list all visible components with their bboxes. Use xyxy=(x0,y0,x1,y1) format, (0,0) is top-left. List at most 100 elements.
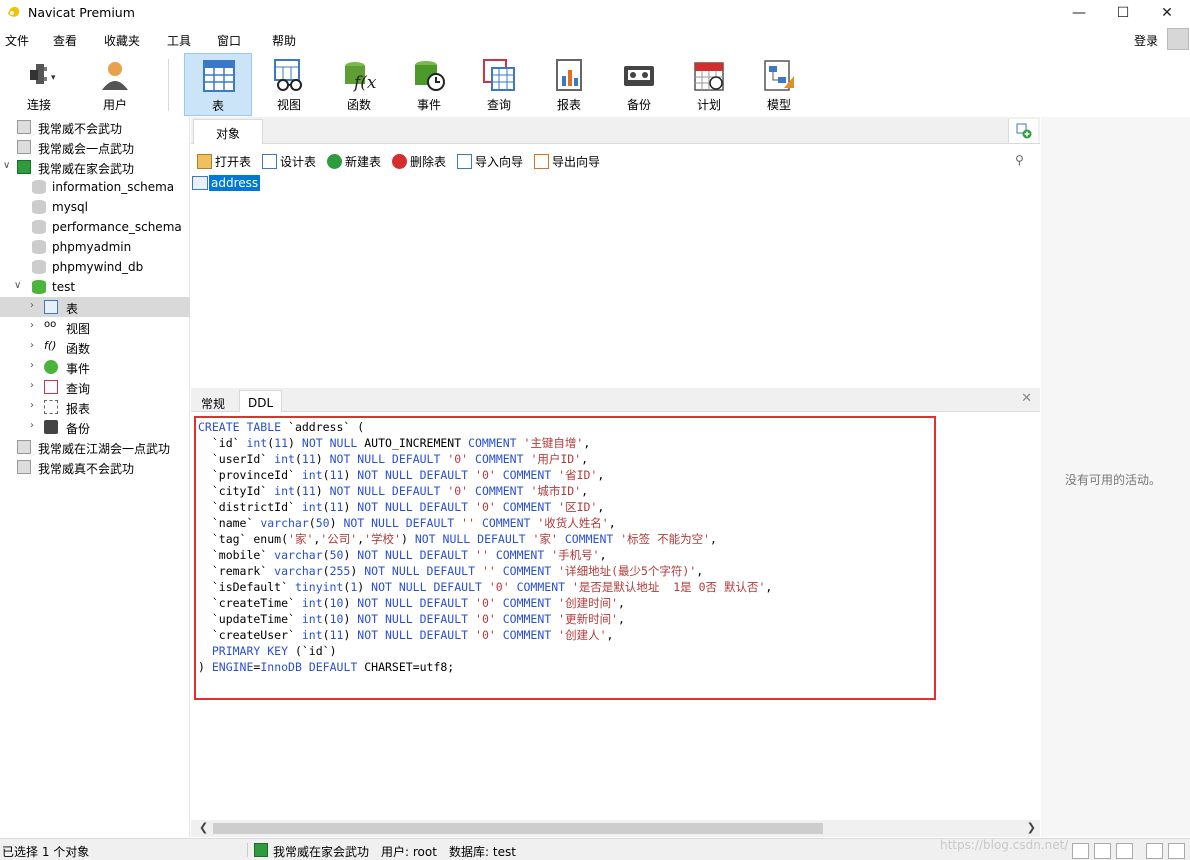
table-icon xyxy=(44,300,58,314)
new-table-button[interactable]: 新建表 xyxy=(327,153,381,170)
sql-keyword: 50 xyxy=(329,548,344,562)
menu-tools[interactable]: 工具 xyxy=(167,32,191,49)
event-button[interactable]: 事件 xyxy=(395,53,463,116)
tree-connection-2[interactable]: 我常威会一点武功 xyxy=(0,137,190,157)
menu-view[interactable]: 查看 xyxy=(53,32,77,49)
model-icon xyxy=(764,60,794,91)
tree-backups[interactable]: › 备份 xyxy=(0,417,190,437)
list-view-icon[interactable] xyxy=(1094,843,1111,859)
connection-icon xyxy=(17,140,31,154)
search-icon[interactable]: ⚲ xyxy=(1015,153,1024,167)
tree-db-test[interactable]: ∨ test xyxy=(0,277,190,297)
tree-connection-1[interactable]: 我常威不会武功 xyxy=(0,117,190,137)
info-tab-row: 常规 DDL ✕ xyxy=(191,388,1040,412)
sql-text: , xyxy=(710,532,717,546)
sql-text: AUTO_INCREMENT xyxy=(357,436,469,450)
tree-db-performance-schema[interactable]: performance_schema xyxy=(0,217,190,237)
menu-file[interactable]: 文件 xyxy=(5,32,29,49)
sql-text: ) xyxy=(343,628,358,642)
tree-db-information-schema[interactable]: information_schema xyxy=(0,177,190,197)
query-button[interactable]: 查询 xyxy=(465,53,533,116)
import-wizard-button[interactable]: 导入向导 xyxy=(457,153,523,170)
scrollbar-thumb[interactable] xyxy=(213,823,823,834)
report-button[interactable]: 报表 xyxy=(535,53,603,116)
chevron-right-icon[interactable]: › xyxy=(30,360,34,371)
tree-views[interactable]: › oo 视图 xyxy=(0,317,190,337)
tree-node-label: 视图 xyxy=(66,322,91,336)
close-button[interactable]: ✕ xyxy=(1144,0,1190,26)
horizontal-scrollbar[interactable]: ❮ ❯ xyxy=(191,820,1040,837)
query-icon xyxy=(44,380,58,394)
connect-button[interactable]: ▾ 连接 xyxy=(5,53,73,116)
tree-events[interactable]: › 事件 xyxy=(0,357,190,377)
menu-window[interactable]: 窗口 xyxy=(217,32,241,49)
sql-keyword: int xyxy=(301,500,323,514)
maximize-button[interactable]: ☐ xyxy=(1100,0,1146,26)
chevron-down-icon[interactable]: ∨ xyxy=(3,160,10,171)
tree-db-phpmyadmin[interactable]: phpmyadmin xyxy=(0,237,190,257)
chevron-right-icon[interactable]: › xyxy=(30,420,34,431)
login-link[interactable]: 登录 xyxy=(1134,32,1158,49)
tree-queries[interactable]: › 查询 xyxy=(0,377,190,397)
ddl-code-view[interactable]: CREATE TABLE `address` ( `id` int(11) NO… xyxy=(194,416,936,700)
table-button[interactable]: 表 xyxy=(184,53,252,116)
sql-keyword: int xyxy=(301,468,323,482)
sql-text: ) xyxy=(198,660,212,674)
minimize-button[interactable]: — xyxy=(1056,0,1102,26)
backup-button[interactable]: 备份 xyxy=(605,53,673,116)
tree-db-mysql[interactable]: mysql xyxy=(0,197,190,217)
design-table-button[interactable]: 设计表 xyxy=(262,153,316,170)
sql-keyword: PRIMARY KEY xyxy=(211,644,289,658)
sql-text: `cityId` xyxy=(198,484,275,498)
detail-view-icon[interactable] xyxy=(1116,843,1133,859)
chevron-right-icon[interactable]: › xyxy=(30,400,34,411)
close-icon[interactable]: ✕ xyxy=(1021,391,1032,406)
database-label: phpmywind_db xyxy=(52,260,144,274)
user-button[interactable]: 用户 xyxy=(81,53,149,116)
menu-help[interactable]: 帮助 xyxy=(272,32,296,49)
open-table-button[interactable]: 打开表 xyxy=(197,153,251,170)
schedule-button[interactable]: 计划 xyxy=(675,53,743,116)
chevron-right-icon[interactable]: › xyxy=(30,380,34,391)
grid-view-icon[interactable] xyxy=(1072,843,1089,859)
chevron-right-icon[interactable]: › xyxy=(30,320,34,331)
model-button[interactable]: 模型 xyxy=(745,53,813,116)
tree-connection-3[interactable]: ∨ 我常威在家会武功 xyxy=(0,157,190,177)
delete-table-button[interactable]: 删除表 xyxy=(392,153,446,170)
tab-ddl[interactable]: DDL xyxy=(239,390,283,412)
avatar[interactable] xyxy=(1167,28,1189,50)
tab-objects[interactable]: 对象 xyxy=(193,119,263,144)
view-button[interactable]: 视图 xyxy=(255,53,323,116)
scroll-right-icon[interactable]: ❯ xyxy=(1027,821,1036,834)
export-wizard-button[interactable]: 导出向导 xyxy=(534,153,600,170)
sql-keyword: varchar xyxy=(274,548,323,562)
chevron-right-icon[interactable]: › xyxy=(30,300,34,311)
new-tab-icon xyxy=(1016,123,1032,139)
ddl-line: `cityId` int(11) NOT NULL DEFAULT '0' CO… xyxy=(198,483,934,499)
status-connection: 我常威在家会武功 xyxy=(273,845,370,859)
chevron-down-icon[interactable]: ∨ xyxy=(14,280,21,291)
tree-db-phpmywind[interactable]: phpmywind_db xyxy=(0,257,190,277)
tree-connection-4[interactable]: 我常威在江湖会一点武功 xyxy=(0,437,190,457)
tab-general[interactable]: 常规 xyxy=(193,390,233,412)
scroll-left-icon[interactable]: ❮ xyxy=(199,821,208,834)
sql-text: ( xyxy=(322,596,330,610)
panel-left-icon[interactable] xyxy=(1146,843,1163,859)
menu-favorites[interactable]: 收藏夹 xyxy=(104,32,140,49)
chevron-right-icon[interactable]: › xyxy=(30,340,34,351)
tree-tables[interactable]: › 表 xyxy=(0,297,190,317)
object-item-address[interactable]: address xyxy=(191,175,261,192)
database-open-icon xyxy=(32,280,46,294)
sql-keyword: int xyxy=(246,436,268,450)
report-icon xyxy=(556,59,582,91)
tree-functions[interactable]: › f() 函数 xyxy=(0,337,190,357)
tree-reports[interactable]: › 报表 xyxy=(0,397,190,417)
function-button[interactable]: f(x) 函数 xyxy=(325,53,393,116)
panel-right-icon[interactable] xyxy=(1168,843,1185,859)
add-tab-button[interactable] xyxy=(1008,119,1038,143)
tree-connection-5[interactable]: 我常威真不会武功 xyxy=(0,457,190,477)
